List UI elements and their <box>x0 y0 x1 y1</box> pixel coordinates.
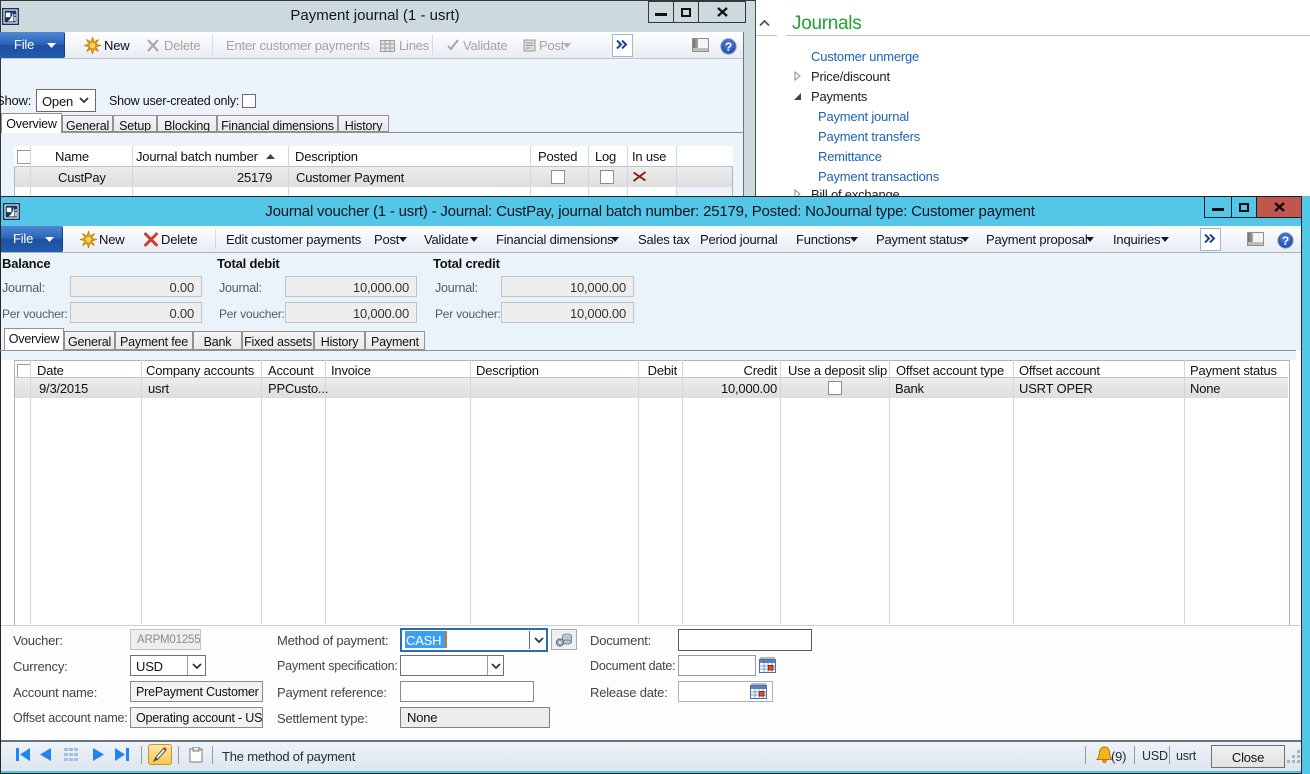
svg-text:?: ? <box>725 40 732 54</box>
svg-text:?: ? <box>1282 234 1289 248</box>
